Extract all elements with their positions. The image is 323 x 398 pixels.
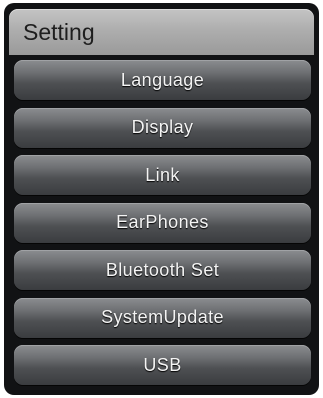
settings-header: Setting: [9, 9, 314, 55]
menu-item-display[interactable]: Display: [14, 107, 311, 148]
menu-item-label: Link: [145, 164, 180, 185]
menu-item-bluetooth-set[interactable]: Bluetooth Set: [14, 250, 311, 290]
menu-item-label: SystemUpdate: [101, 307, 224, 327]
menu-item-label: Language: [120, 69, 205, 90]
settings-menu: Language Display Link EarPhones Bluetoot…: [14, 60, 311, 393]
device-screen: Setting Language Display Link EarPhones …: [4, 3, 319, 395]
menu-item-language[interactable]: Language: [14, 60, 311, 100]
menu-item-label: Display: [131, 117, 194, 137]
menu-item-link[interactable]: Link: [14, 155, 311, 195]
page-title: Setting: [23, 19, 95, 45]
menu-item-label: EarPhones: [116, 212, 209, 232]
menu-item-usb[interactable]: USB: [14, 345, 311, 385]
menu-item-system-update[interactable]: SystemUpdate: [14, 297, 311, 338]
menu-item-label: USB: [143, 354, 182, 375]
menu-item-earphones[interactable]: EarPhones: [14, 202, 311, 243]
menu-item-label: Bluetooth Set: [105, 259, 220, 280]
